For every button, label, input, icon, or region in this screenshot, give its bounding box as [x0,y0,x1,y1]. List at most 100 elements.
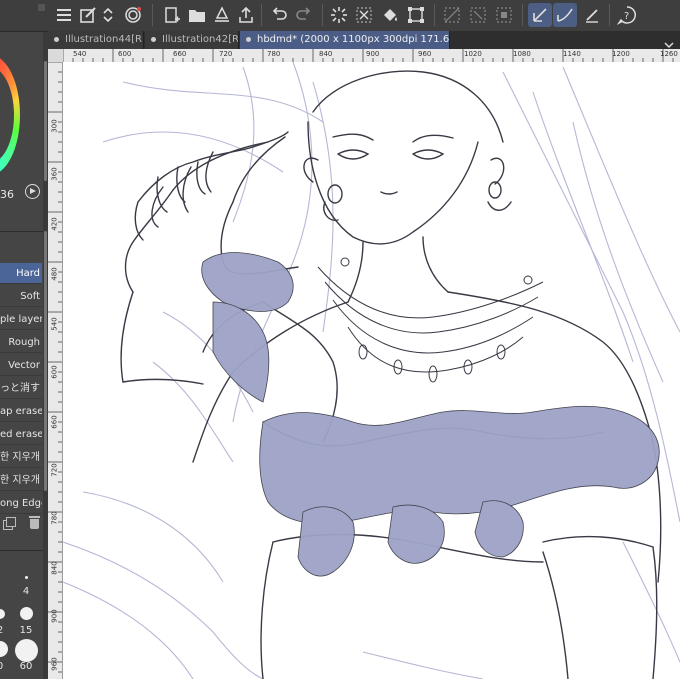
tab-hbdmd[interactable]: hbdmd* (2000 x 1100px 300dpi 171.6%) [240,31,450,49]
play-icon[interactable] [25,184,40,199]
ruler-top: 540 600 660 720 780 840 900 960 1020 108… [63,49,680,63]
sketch-layer [63,62,680,679]
ruler-label: 600 [50,365,59,379]
redo-icon[interactable] [292,3,316,27]
snap-icon[interactable] [528,3,552,27]
ruler-label: 600 [118,50,132,58]
ruler-label: 660 [50,415,59,429]
tab-illustration42[interactable]: Illustration42[R [145,31,239,49]
brush-size-label: 0 [0,661,10,672]
brush-settings-icon[interactable] [76,3,100,27]
ruler-label: 840 [319,50,333,58]
lace-layer [201,252,660,577]
help-icon[interactable]: ? [615,3,639,27]
necklace-layer [317,257,544,383]
subtool-item[interactable]: ap eraser [0,401,42,422]
toolbar-divider [522,4,523,26]
menu-icon[interactable] [52,3,76,27]
toolbar-divider [434,4,435,26]
brush-size-label: 15 [19,625,33,636]
trash-icon[interactable] [29,515,40,529]
loading-icon[interactable] [327,3,351,27]
toolbar-divider [261,4,262,26]
hand-layer [134,131,289,241]
invert-selection-icon[interactable] [492,3,516,27]
subtool-item[interactable]: Soft [0,286,42,307]
ruler-label: 780 [50,511,59,525]
ruler-label: 480 [50,267,59,281]
deselect-icon[interactable] [466,3,490,27]
subtool-item[interactable]: Vector [0,355,42,376]
color-value: 36 [0,188,14,201]
duplicate-icon[interactable] [3,517,16,530]
ruler-label: 720 [50,463,59,477]
subtool-item[interactable]: Rough [0,332,42,353]
brush-size-dot[interactable] [25,576,28,579]
subtool-item[interactable]: ong Edge [0,493,42,514]
ruler-left: 300 360 420 480 540 600 660 720 780 840 … [48,62,63,679]
panel-divider [0,231,48,232]
subtool-item[interactable]: ple layers [0,309,42,330]
ruler-label: 660 [173,50,187,58]
toolbar-divider [152,4,153,26]
tab-dot [54,36,59,42]
left-panel: 36 Hard Soft ple layers Rough Vector っと消… [0,31,48,679]
ruler-label: 900 [366,50,380,58]
toolbar-divider [322,4,323,26]
ruler-label: 540 [50,317,59,331]
brush-size-dot[interactable] [0,641,8,657]
subtool-item[interactable]: Hard [0,263,42,284]
save-icon[interactable] [210,3,234,27]
brush-size-dot[interactable] [15,639,38,662]
subtool-item[interactable]: ed eraser [0,424,42,445]
lineart-layer [120,70,662,679]
toolbar-divider [609,4,610,26]
color-wheel[interactable] [0,55,22,175]
transform-icon[interactable] [404,3,428,27]
tab-dot [151,36,156,42]
brush-size-label: 60 [19,661,33,672]
drawing-canvas[interactable] [63,62,680,679]
ruler-label: 840 [50,561,59,575]
ruler-label: 300 [50,119,59,133]
ruler-label: 960 [50,657,59,671]
new-canvas-icon[interactable] [160,3,184,27]
undo-icon[interactable] [267,3,291,27]
ruler-label: 1140 [563,50,581,58]
ruler-label: 1260 [660,50,678,58]
brush-size-label: 4 [22,586,30,597]
select-all-icon[interactable] [440,3,464,27]
clear-icon[interactable] [352,3,376,27]
brush-size-dot[interactable] [0,609,5,619]
fill-icon[interactable] [378,3,402,27]
ruler-label: 1200 [612,50,630,58]
document-tab-bar: Illustration44[R Illustration42[R hbdmd*… [48,31,680,49]
scrollbar-thumb[interactable] [44,231,47,491]
panel-divider [0,550,48,551]
export-icon[interactable] [234,3,258,27]
tab-illustration44[interactable]: Illustration44[R [48,31,144,49]
open-folder-icon[interactable] [185,3,209,27]
ruler-corner [48,49,63,62]
ruler-label: 900 [50,609,59,623]
subtool-item[interactable]: 한 지우개 [0,447,42,468]
ruler-label: 720 [219,50,233,58]
toolbar-indicator [38,4,45,11]
scrollbar-thumb[interactable] [44,61,47,181]
spiral-icon[interactable] [121,3,145,27]
pen-pressure-icon[interactable] [581,3,605,27]
subtool-item[interactable]: っと消す [0,378,42,399]
brush-size-dot[interactable] [20,607,33,620]
subtool-item[interactable]: 한 지우개 [0,470,42,491]
lineart-illustration [63,62,680,679]
ruler-label: 1020 [464,50,482,58]
ruler-label: 960 [418,50,432,58]
command-bar: ? [0,0,680,32]
svg-text:?: ? [624,11,629,22]
ruler-label: 540 [73,50,87,58]
toggle-arrows-icon[interactable] [100,3,116,27]
tab-dot [246,36,251,42]
ruler-snap-icon[interactable] [553,3,577,27]
ruler-label: 360 [50,167,59,181]
chevron-down-icon[interactable] [664,35,674,49]
